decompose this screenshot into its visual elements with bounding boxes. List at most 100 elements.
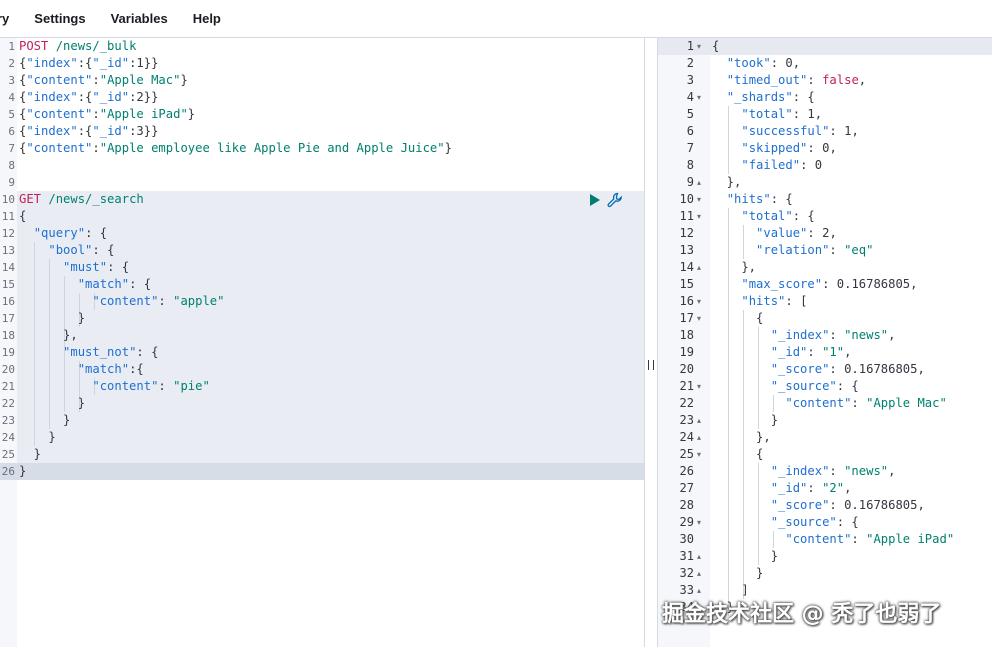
code-line: }, bbox=[712, 174, 742, 191]
code-token: POST bbox=[19, 39, 49, 53]
code-line: }, bbox=[19, 327, 78, 344]
line-number: 13 bbox=[679, 243, 694, 257]
code-token: : bbox=[807, 226, 823, 240]
code-line: "_index": "news", bbox=[712, 463, 896, 480]
play-icon[interactable] bbox=[590, 193, 600, 206]
menu-item-query[interactable]: ry bbox=[0, 11, 9, 26]
fold-close-icon[interactable]: ▴ bbox=[697, 565, 707, 582]
menu-item-help[interactable]: Help bbox=[193, 11, 221, 26]
code-token: 0.16786805 bbox=[844, 498, 918, 512]
code-token: , bbox=[917, 498, 925, 512]
code-line: "must_not": { bbox=[19, 344, 158, 361]
fold-open-icon[interactable]: ▾ bbox=[697, 89, 707, 106]
line-number: 6 bbox=[8, 125, 15, 138]
request-editor[interactable]: POST /news/_bulk {"index":{"_id":1}} {"con… bbox=[17, 38, 644, 647]
request-gutter: 1 2 3 4 5 6 7 8 9 10 11 12 13 14 15 16 17 18 19 20 21 22 23 24 2… bbox=[0, 38, 17, 647]
line-number: 11 bbox=[1, 210, 15, 223]
code-token: "_index" bbox=[770, 328, 830, 342]
code-token: "pie" bbox=[173, 379, 210, 393]
line-number: 25 bbox=[1, 448, 15, 461]
fold-open-icon[interactable]: ▾ bbox=[697, 293, 707, 310]
code-line: "successful": 1, bbox=[712, 123, 858, 140]
line-number: 26 bbox=[1, 465, 15, 478]
line-number: 29 bbox=[679, 515, 694, 529]
resize-handle-icon[interactable] bbox=[648, 360, 654, 370]
code-token: { bbox=[712, 447, 764, 461]
line-number: 18 bbox=[1, 329, 15, 342]
code-token: "apple" bbox=[173, 294, 225, 308]
code-line: "content": "Apple Mac" bbox=[712, 395, 946, 412]
fold-close-icon[interactable]: ▴ bbox=[697, 548, 707, 565]
line-number: 21 bbox=[1, 380, 15, 393]
line-number: 14 bbox=[679, 260, 694, 274]
response-viewer[interactable]: { "took": 0, "timed_out": false, "_shard… bbox=[710, 38, 992, 647]
line-number: 5 bbox=[8, 108, 15, 121]
code-token: } bbox=[712, 566, 764, 580]
code-token: : bbox=[158, 294, 174, 308]
code-token: : bbox=[158, 379, 174, 393]
code-token: "must" bbox=[63, 260, 108, 274]
code-token: "relation" bbox=[756, 243, 830, 257]
code-token: : bbox=[807, 345, 823, 359]
code-token: , bbox=[814, 107, 823, 121]
line-number: 21 bbox=[679, 379, 694, 393]
code-token: , bbox=[829, 226, 837, 240]
line-number: 15 bbox=[1, 278, 15, 291]
code-line: "content": "pie" bbox=[19, 378, 210, 395]
fold-close-icon[interactable]: ▴ bbox=[697, 259, 707, 276]
code-token: "bool" bbox=[48, 243, 93, 257]
code-token: "_score" bbox=[770, 362, 830, 376]
menu-item-settings[interactable]: Settings bbox=[34, 11, 85, 26]
fold-open-icon[interactable]: ▾ bbox=[697, 38, 707, 55]
fold-close-icon[interactable]: ▴ bbox=[697, 174, 707, 191]
code-token: 1 bbox=[807, 107, 815, 121]
line-number: 12 bbox=[1, 227, 15, 240]
line-number: 10 bbox=[679, 192, 694, 206]
fold-open-icon[interactable]: ▾ bbox=[697, 191, 707, 208]
line-number: 8 bbox=[8, 159, 15, 172]
code-token: : bbox=[92, 141, 100, 155]
wrench-icon[interactable] bbox=[607, 192, 623, 208]
active-line bbox=[17, 463, 644, 480]
pane-splitter[interactable] bbox=[644, 38, 658, 647]
code-line: "total": { bbox=[712, 208, 814, 225]
code-token: "content" bbox=[92, 294, 159, 308]
line-number: 13 bbox=[1, 244, 15, 257]
code-token: , bbox=[888, 328, 896, 342]
code-token: /news/_search bbox=[41, 192, 144, 206]
code-token: "failed" bbox=[741, 158, 801, 172]
fold-open-icon[interactable]: ▾ bbox=[697, 446, 707, 463]
code-token: : { bbox=[107, 260, 130, 274]
line-number: 24 bbox=[1, 431, 15, 444]
fold-open-icon[interactable]: ▾ bbox=[697, 208, 707, 225]
code-token: "Apple employee like Apple Pie and Apple… bbox=[99, 141, 445, 155]
line-number: 4 bbox=[686, 90, 694, 104]
code-token: : { bbox=[836, 379, 859, 393]
code-token: "_id" bbox=[770, 481, 808, 495]
code-token: "_id" bbox=[92, 56, 130, 70]
menu-item-variables[interactable]: Variables bbox=[111, 11, 168, 26]
code-line: GET /news/_search bbox=[19, 191, 144, 208]
code-token: :{ bbox=[77, 90, 93, 104]
code-token: : bbox=[807, 481, 823, 495]
code-line: "value": 2, bbox=[712, 225, 837, 242]
fold-open-icon[interactable]: ▾ bbox=[697, 378, 707, 395]
code-token: : { bbox=[92, 243, 115, 257]
code-line: "_score": 0.16786805, bbox=[712, 497, 925, 514]
code-line: { bbox=[712, 446, 763, 463]
code-line: "failed": 0 bbox=[712, 157, 822, 174]
code-line: "query": { bbox=[19, 225, 107, 242]
fold-open-icon[interactable]: ▾ bbox=[697, 514, 707, 531]
fold-close-icon[interactable]: ▴ bbox=[697, 412, 707, 429]
fold-open-icon[interactable]: ▾ bbox=[697, 310, 707, 327]
fold-close-icon[interactable]: ▴ bbox=[697, 429, 707, 446]
